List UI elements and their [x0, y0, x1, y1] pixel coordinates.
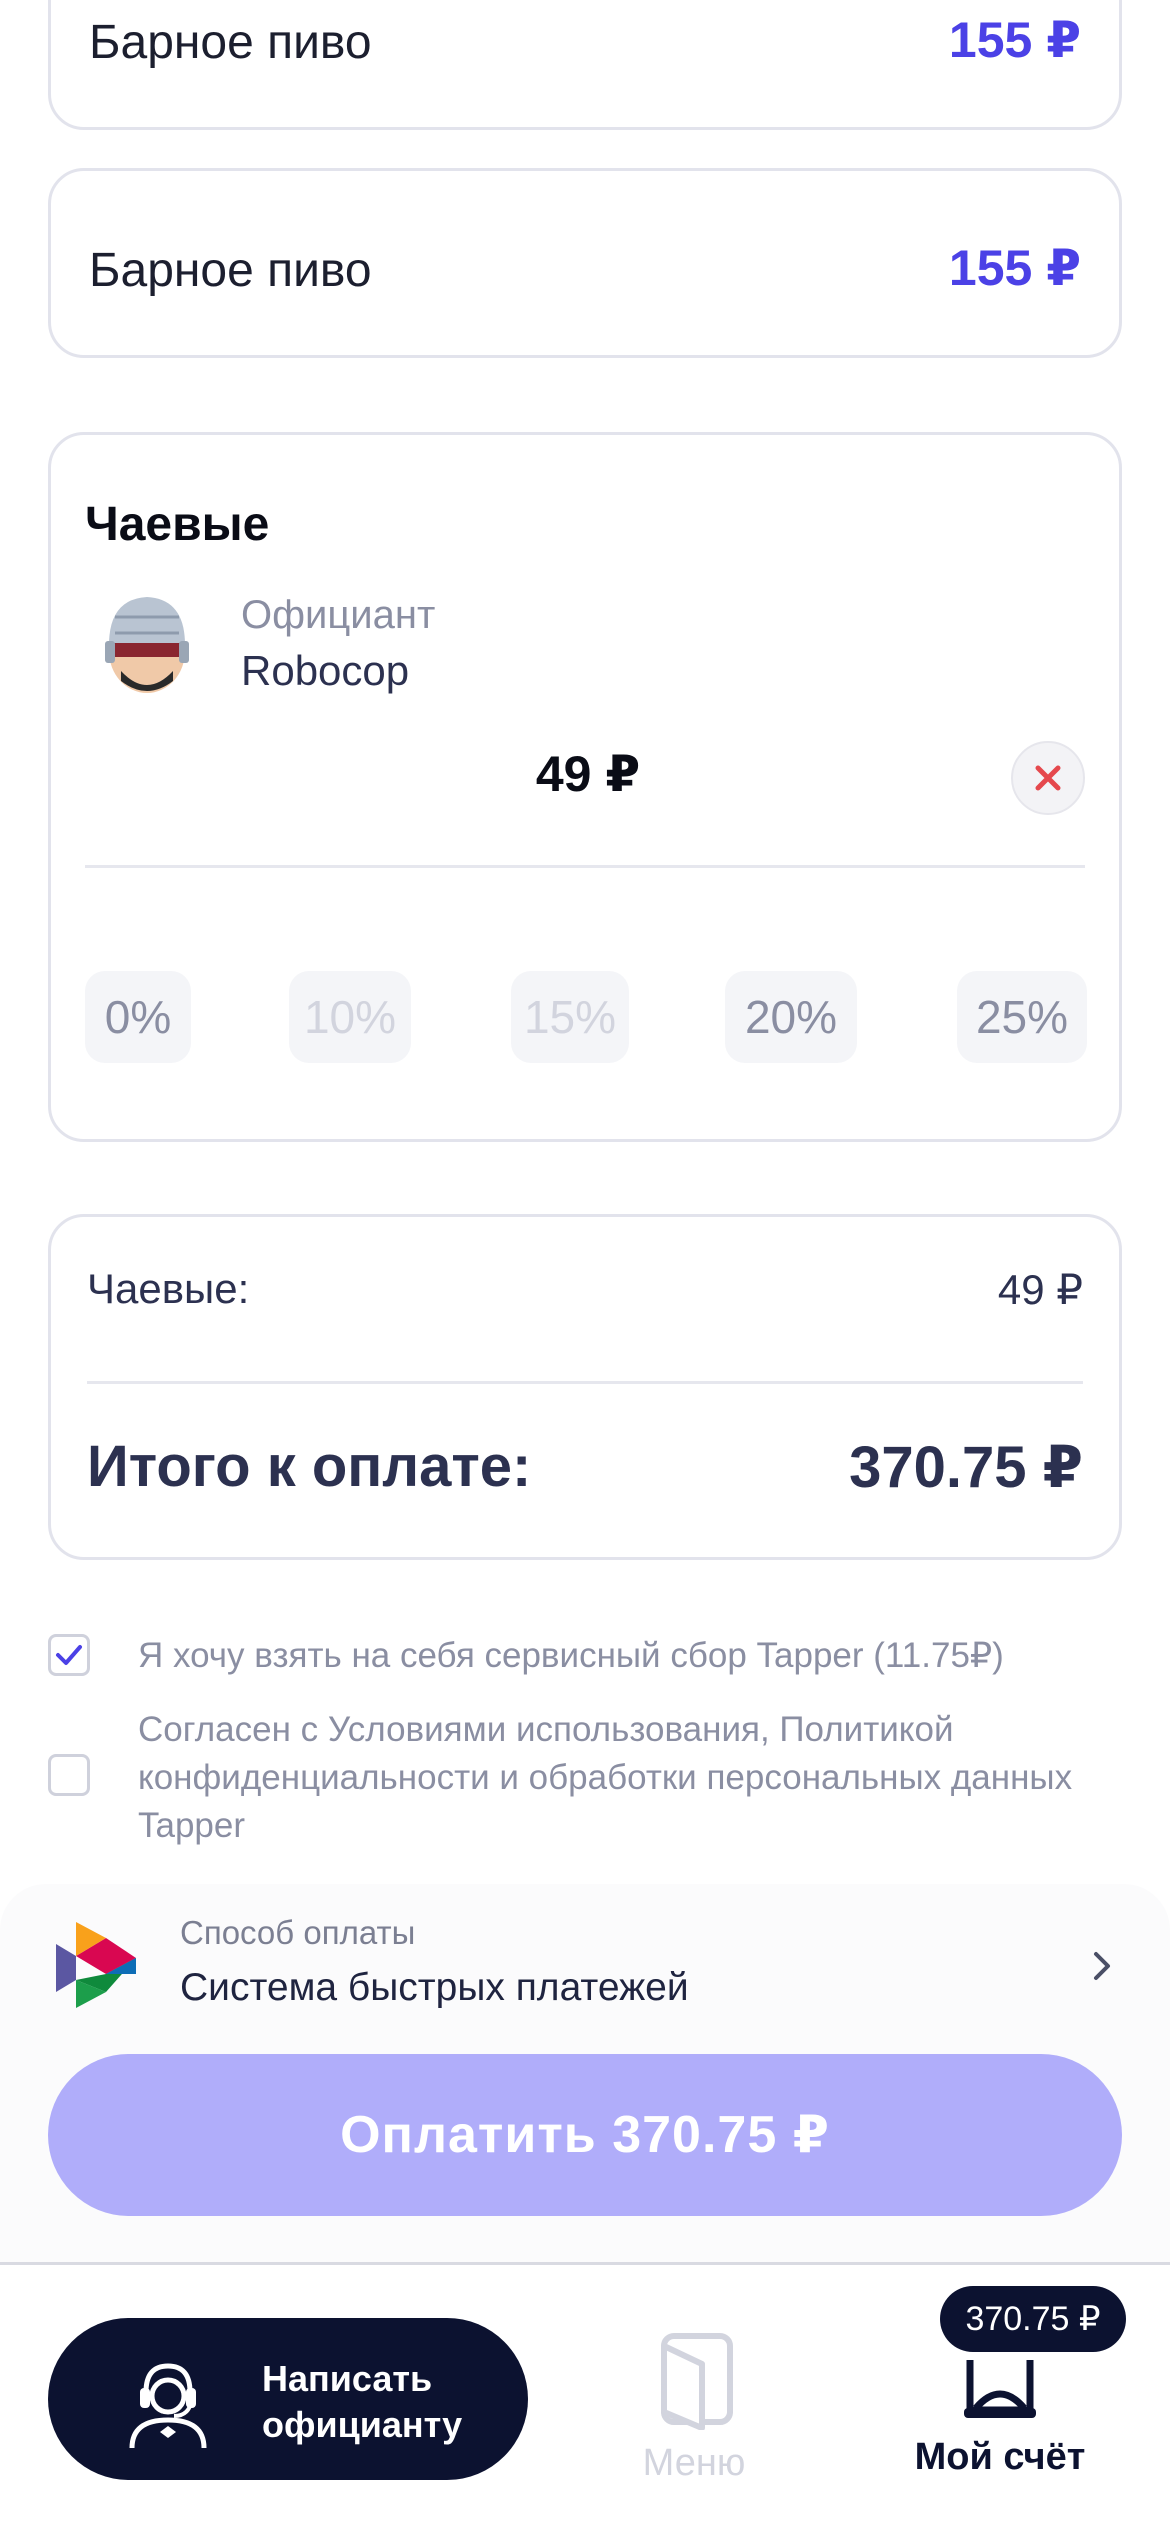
nav-tab-menu[interactable]: Меню [620, 2330, 768, 2490]
terms-checkbox[interactable] [48, 1754, 90, 1796]
menu-book-icon [661, 2333, 733, 2430]
total-label: Итого к оплате: [87, 1434, 532, 1499]
summary-tips-value: 49 ₽ [997, 1266, 1083, 1313]
nav-tab-bill-label: Мой счёт [914, 2436, 1086, 2478]
nav-tab-bill[interactable]: 370.75 ₽ Мой счёт [880, 2286, 1140, 2486]
tip-amount[interactable]: 49 ₽ [51, 745, 1125, 803]
waiter-name: Robocop [241, 647, 410, 694]
chevron-right-icon[interactable] [1082, 1946, 1122, 1986]
tips-card: Чаевые Официант Robocop 49 ₽ 0% 10% 15% … [48, 432, 1122, 1142]
chat-with-waiter-button[interactable]: Написать официанту [48, 2318, 528, 2480]
waiter-role: Официант [241, 593, 436, 637]
tip-option-10[interactable]: 10% [289, 971, 411, 1063]
order-item-card: Барное пиво 155 ₽ [48, 168, 1122, 358]
tip-option-0[interactable]: 0% [85, 971, 191, 1063]
service-fee-text: Я хочу взять на себя сервисный сбор Tapp… [138, 1636, 1004, 1675]
total-value: 370.75 ₽ [849, 1435, 1083, 1500]
divider [85, 865, 1085, 868]
order-item-name: Барное пиво [89, 244, 372, 297]
terms-text-line2: конфиденциальности и обработки персональ… [138, 1758, 1073, 1797]
terms-text-line3: Tapper [138, 1806, 246, 1845]
terms-text-line1: Согласен с Условиями использования, Поли… [138, 1710, 954, 1749]
summary-card: Чаевые: 49 ₽ Итого к оплате: 370.75 ₽ [48, 1214, 1122, 1560]
close-icon [1035, 765, 1061, 791]
payment-method-value[interactable]: Система быстрых платежей [180, 1966, 689, 2010]
payment-method-label: Способ оплаты [180, 1914, 416, 1951]
pay-button[interactable]: Оплатить 370.75 ₽ [48, 2054, 1122, 2216]
waiter-headset-icon [129, 2363, 207, 2449]
order-item-name: Барное пиво [89, 16, 372, 69]
bill-total-badge: 370.75 ₽ [940, 2286, 1126, 2352]
chat-button-line1: Написать [262, 2358, 433, 2399]
divider [87, 1381, 1083, 1384]
clear-tip-button[interactable] [1011, 741, 1085, 815]
order-item-price: 155 ₽ [948, 12, 1081, 68]
service-fee-checkbox[interactable] [48, 1634, 90, 1676]
payment-sheet: Способ оплаты Система быстрых платежей О… [0, 1884, 1170, 2262]
chat-button-line2: официанту [262, 2404, 463, 2445]
order-item-price: 155 ₽ [948, 240, 1081, 296]
sbp-logo [56, 1922, 136, 2008]
tip-option-25[interactable]: 25% [957, 971, 1087, 1063]
checkmark-icon [56, 1645, 82, 1665]
summary-tips-label: Чаевые: [87, 1265, 250, 1312]
waiter-avatar [105, 597, 189, 693]
tip-option-20[interactable]: 20% [725, 971, 857, 1063]
nav-tab-menu-label: Меню [642, 2442, 746, 2484]
tips-title: Чаевые [85, 498, 270, 551]
tip-option-15[interactable]: 15% [511, 971, 629, 1063]
order-item-card: Барное пиво 155 ₽ [48, 0, 1122, 130]
